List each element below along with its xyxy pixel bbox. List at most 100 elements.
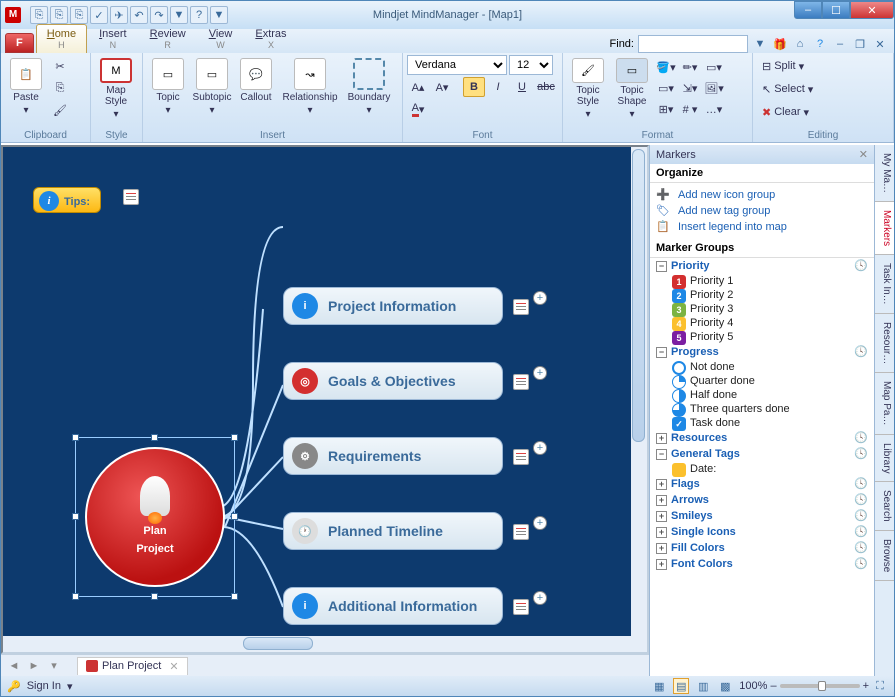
view-map-button[interactable]: ▦	[651, 678, 667, 694]
win-close-icon[interactable]: ✕	[872, 36, 888, 52]
shrink-font-button[interactable]: A▾	[431, 77, 453, 97]
subtopic-button[interactable]: ▭Subtopic▾	[191, 55, 233, 121]
img-button[interactable]: 🖼▾	[703, 78, 725, 98]
hl-button[interactable]: ▭▾	[703, 57, 725, 77]
cut-button[interactable]: ✂	[49, 56, 71, 76]
qat-button-2[interactable]: ⎘	[70, 6, 88, 24]
marker-group-fill-colors[interactable]: +Fill Colors🕓	[650, 540, 874, 556]
central-topic[interactable]: PlanProject	[85, 447, 225, 587]
strike-button[interactable]: abc	[535, 77, 557, 97]
group-end-icon[interactable]: 🕓	[854, 447, 868, 461]
marker-group-general-tags[interactable]: −General Tags🕓	[650, 446, 874, 462]
expand-icon[interactable]: +	[656, 495, 667, 506]
panel-link-1[interactable]: 🏷Add new tag group	[650, 203, 874, 219]
signin-icon[interactable]: 🔑	[7, 680, 21, 693]
marker-item[interactable]: 4Priority 4	[650, 316, 874, 330]
font-color-button[interactable]: A▾	[407, 99, 429, 119]
marker-item[interactable]: Date:	[650, 462, 874, 476]
copy-button[interactable]: ⎘	[49, 78, 71, 98]
vertical-scrollbar[interactable]	[631, 147, 647, 636]
expand-icon[interactable]: −	[656, 449, 667, 460]
expand-icon[interactable]: −	[656, 347, 667, 358]
side-tab-1[interactable]: Markers	[875, 202, 894, 255]
bold-button[interactable]: B	[463, 77, 485, 97]
note-icon[interactable]	[123, 189, 139, 205]
find-dropdown[interactable]: ▼	[752, 36, 768, 52]
format-painter-button[interactable]: 🖌	[49, 100, 71, 120]
topic-node-4[interactable]: iAdditional Information	[283, 587, 503, 625]
fill-color-button[interactable]: 🪣▾	[655, 57, 677, 77]
group-end-icon[interactable]: 🕓	[854, 345, 868, 359]
topic-node-1[interactable]: ◎Goals & Objectives	[283, 362, 503, 400]
italic-button[interactable]: I	[487, 77, 509, 97]
group-end-icon[interactable]: 🕓	[854, 525, 868, 539]
underline-button[interactable]: U	[511, 77, 533, 97]
note-icon[interactable]	[513, 524, 529, 540]
expand-icon[interactable]: +	[656, 559, 667, 570]
nav-fwd-button[interactable]: ►	[25, 658, 43, 674]
nav-menu-button[interactable]: ▾	[45, 658, 63, 674]
side-tab-3[interactable]: Resour…	[875, 314, 894, 373]
callout-button[interactable]: 💬Callout	[235, 55, 277, 121]
gift-icon[interactable]: 🎁	[772, 36, 788, 52]
num-button[interactable]: # ▾	[679, 99, 701, 119]
note-icon[interactable]	[513, 449, 529, 465]
more-button[interactable]: …▾	[703, 99, 725, 119]
marker-item[interactable]: 2Priority 2	[650, 288, 874, 302]
signin-button[interactable]: Sign In	[27, 680, 61, 692]
expand-button[interactable]: +	[533, 516, 547, 530]
view-slide-button[interactable]: ▩	[717, 678, 733, 694]
expand-icon[interactable]: +	[656, 527, 667, 538]
font-name-select[interactable]: Verdana	[407, 55, 507, 75]
marker-group-priority[interactable]: −Priority🕓	[650, 258, 874, 274]
line-color-button[interactable]: ✏▾	[679, 57, 701, 77]
split-button[interactable]: ⊟Split ▾	[757, 55, 889, 77]
marker-item[interactable]: Quarter done	[650, 374, 874, 388]
canvas[interactable]: iTips: PlanProject iProj	[1, 145, 649, 654]
side-tab-6[interactable]: Search	[875, 482, 894, 531]
note-icon[interactable]	[513, 299, 529, 315]
home-icon[interactable]: ⌂	[792, 36, 808, 52]
view-outline-button[interactable]: ▤	[673, 678, 689, 694]
minimize-button[interactable]: –	[794, 1, 822, 19]
note-icon[interactable]	[513, 374, 529, 390]
expand-icon[interactable]: +	[656, 511, 667, 522]
zoom-out-button[interactable]: –	[770, 680, 776, 692]
zoom-control[interactable]: 100% – + ⛶	[739, 678, 888, 694]
side-tab-5[interactable]: Library	[875, 435, 894, 483]
font-size-select[interactable]: 12	[509, 55, 553, 75]
tab-extras[interactable]: ExtrasX	[244, 24, 297, 53]
panel-link-0[interactable]: ➕Add new icon group	[650, 187, 874, 203]
boundary-button[interactable]: Boundary▾	[343, 55, 395, 121]
group-end-icon[interactable]: 🕓	[854, 259, 868, 273]
expand-button[interactable]: +	[533, 366, 547, 380]
map-style-button[interactable]: M Map Style▾	[95, 55, 137, 121]
marker-group-single-icons[interactable]: +Single Icons🕓	[650, 524, 874, 540]
fit-button[interactable]: ⛶	[872, 678, 888, 694]
close-button[interactable]: ✕	[850, 1, 894, 19]
topic-shape-button[interactable]: ▭Topic Shape▾	[611, 55, 653, 121]
marker-group-flags[interactable]: +Flags🕓	[650, 476, 874, 492]
growth-button[interactable]: ⇲▾	[679, 78, 701, 98]
zoom-in-button[interactable]: +	[863, 680, 869, 692]
zoom-slider[interactable]	[780, 684, 860, 688]
qat-button-3[interactable]: ✓	[90, 6, 108, 24]
note-icon[interactable]	[513, 599, 529, 615]
win-restore-icon[interactable]: ❐	[852, 36, 868, 52]
marker-item[interactable]: 1Priority 1	[650, 274, 874, 288]
select-button[interactable]: ↖Select ▾	[757, 78, 889, 100]
qat-button-5[interactable]: ↶	[130, 6, 148, 24]
expand-icon[interactable]: +	[656, 433, 667, 444]
group-end-icon[interactable]: 🕓	[854, 477, 868, 491]
marker-item[interactable]: Not done	[650, 360, 874, 374]
relationship-button[interactable]: ↝Relationship▾	[279, 55, 341, 121]
marker-item[interactable]: Half done	[650, 388, 874, 402]
qat-button-1[interactable]: ⎘	[50, 6, 68, 24]
expand-icon[interactable]: +	[656, 543, 667, 554]
view-gantt-button[interactable]: ▥	[695, 678, 711, 694]
qat-button-4[interactable]: ✈	[110, 6, 128, 24]
topic-node-0[interactable]: iProject Information	[283, 287, 503, 325]
file-tab[interactable]: F	[5, 33, 34, 53]
group-end-icon[interactable]: 🕓	[854, 493, 868, 507]
win-min-icon[interactable]: –	[832, 36, 848, 52]
